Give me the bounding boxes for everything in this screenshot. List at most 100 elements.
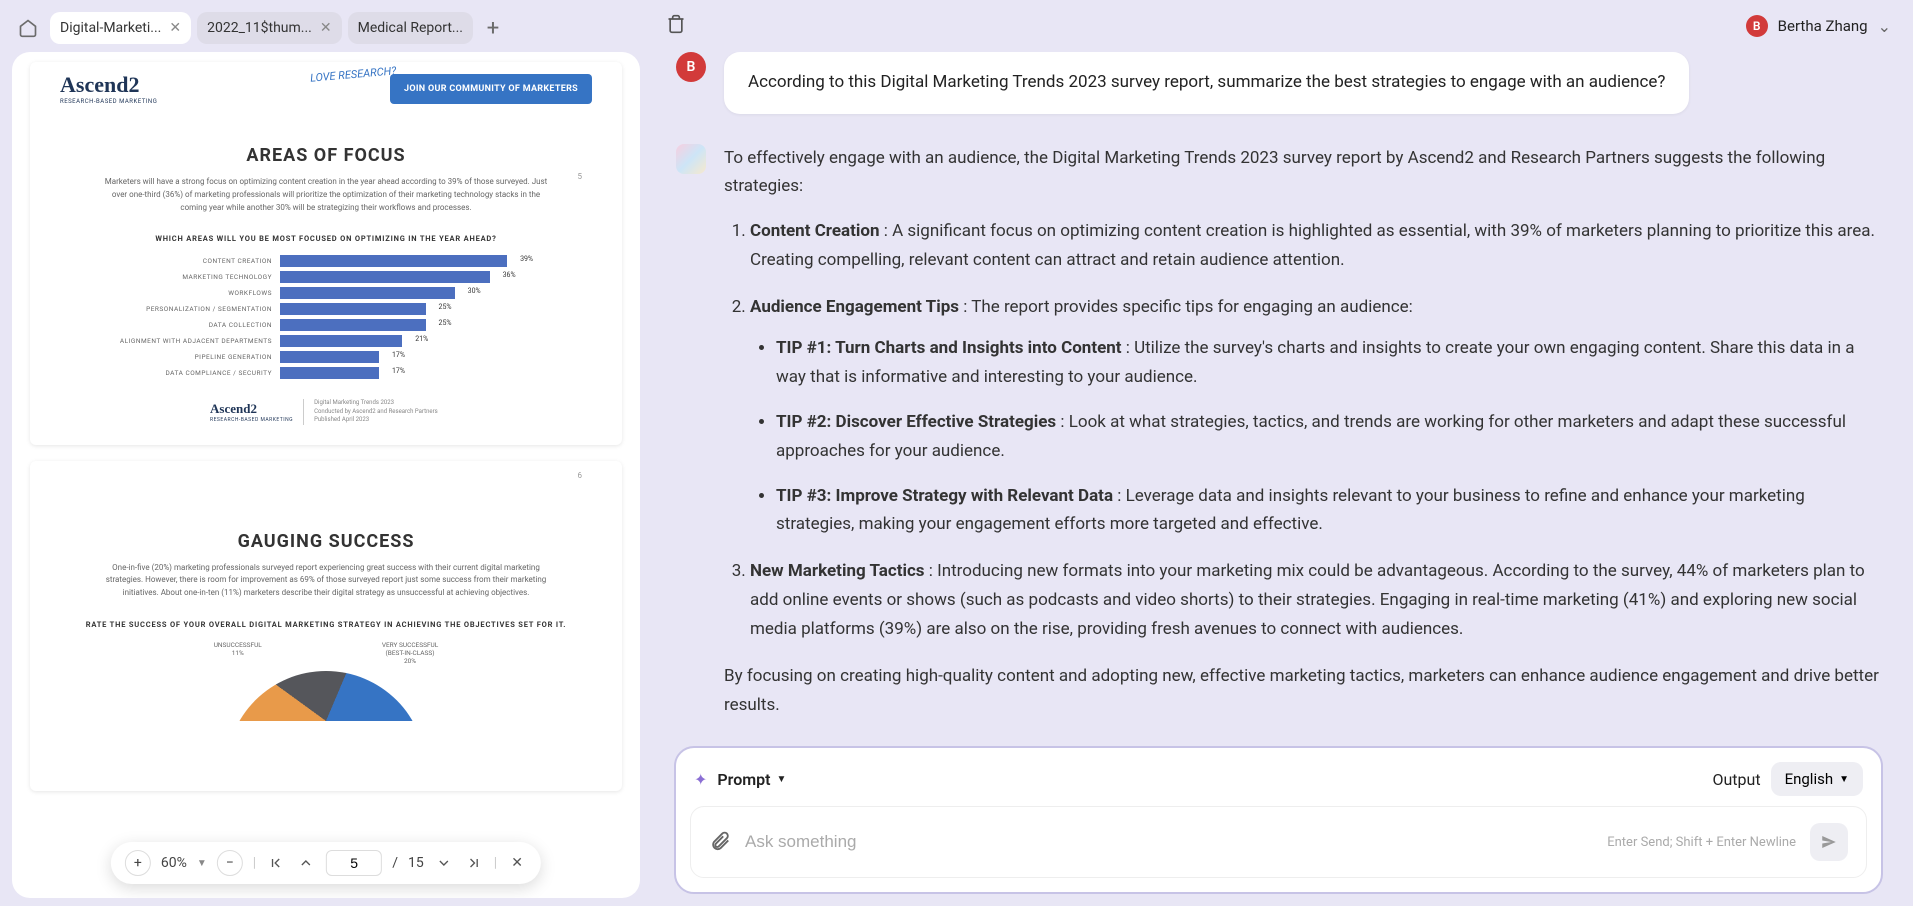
tab-digital-marketing[interactable]: Digital-Marketi... ✕ (50, 12, 191, 44)
right-panel: B Bertha Zhang ⌄ B According to this Dig… (640, 0, 1913, 906)
bar-row: MARKETING TECHNOLOGY36% (110, 271, 542, 283)
bar-value: 30% (468, 287, 481, 295)
send-button[interactable] (1810, 823, 1848, 861)
section-title: AREAS OF FOCUS (60, 145, 592, 166)
ai-intro: To effectively engage with an audience, … (724, 144, 1881, 202)
document-viewer[interactable]: LOVE RESEARCH? Ascend2 RESEARCH-BASED MA… (12, 52, 640, 898)
user-bubble: According to this Digital Marketing Tren… (724, 52, 1689, 114)
sparkle-icon: ✦ (694, 770, 707, 789)
prev-page-icon[interactable] (296, 853, 316, 873)
user-name: Bertha Zhang (1778, 17, 1868, 35)
left-panel: Digital-Marketi... ✕ 2022_11$thum... ✕ M… (0, 0, 640, 906)
next-page-icon[interactable] (434, 853, 454, 873)
bar-label: DATA COMPLIANCE / SECURITY (110, 369, 280, 377)
tab-label: Medical Report... (358, 20, 463, 36)
list-item: Content Creation : A significant focus o… (750, 217, 1881, 275)
doc-page-5: LOVE RESEARCH? Ascend2 RESEARCH-BASED MA… (30, 62, 622, 445)
close-icon[interactable]: ✕ (169, 20, 181, 36)
doc-page-6: 6 GAUGING SUCCESS One-in-five (20%) mark… (30, 461, 622, 791)
footer-line: Digital Marketing Trends 2023 (314, 399, 438, 407)
page-number: 6 (578, 471, 583, 480)
language-dropdown[interactable]: English ▼ (1771, 762, 1863, 796)
tip-item: TIP #3: Improve Strategy with Relevant D… (776, 482, 1881, 540)
first-page-icon[interactable] (266, 853, 286, 873)
donut-chart (226, 671, 426, 771)
bar: 21% (280, 335, 402, 347)
input-hint: Enter Send; Shift + Enter Newline (1607, 835, 1796, 850)
prompt-dropdown[interactable]: Prompt ▼ (717, 770, 786, 789)
trash-icon[interactable] (666, 14, 686, 38)
bar-value: 39% (520, 255, 533, 263)
tip-bold: TIP #1: Turn Charts and Insights into Co… (776, 338, 1122, 358)
item-bold: New Marketing Tactics (750, 561, 925, 581)
item-text: : A significant focus on optimizing cont… (750, 221, 1875, 270)
cta-button[interactable]: JOIN OUR COMMUNITY OF MARKETERS (390, 74, 592, 104)
item-bold: Audience Engagement Tips (750, 297, 959, 317)
chart-title: RATE THE SUCCESS OF YOUR OVERALL DIGITAL… (60, 620, 592, 629)
bar: 36% (280, 271, 490, 283)
bar-value: 17% (392, 351, 405, 359)
bar-row: ALIGNMENT WITH ADJACENT DEPARTMENTS21% (110, 335, 542, 347)
item-bold: Content Creation (750, 221, 880, 241)
bar: 39% (280, 255, 507, 267)
page-input[interactable] (326, 850, 382, 876)
bar-row: PERSONALIZATION / SEGMENTATION25% (110, 303, 542, 315)
output-label: Output (1712, 770, 1760, 789)
bar-label: PIPELINE GENERATION (110, 353, 280, 361)
bar-label: WORKFLOWS (110, 289, 280, 297)
bar-label: MARKETING TECHNOLOGY (110, 273, 280, 281)
bar-label: CONTENT CREATION (110, 257, 280, 265)
last-page-icon[interactable] (464, 853, 484, 873)
tip-bold: TIP #3: Improve Strategy with Relevant D… (776, 486, 1113, 506)
tip-bold: TIP #2: Discover Effective Strategies (776, 412, 1056, 432)
chart-title: WHICH AREAS WILL YOU BE MOST FOCUSED ON … (60, 234, 592, 243)
bar-value: 25% (439, 319, 452, 327)
zoom-out-button[interactable]: − (217, 850, 243, 876)
list-item: New Marketing Tactics : Introducing new … (750, 557, 1881, 644)
ai-avatar-icon (676, 144, 706, 174)
tab-bar: Digital-Marketi... ✕ 2022_11$thum... ✕ M… (12, 8, 640, 48)
footer-line: Conducted by Ascend2 and Research Partne… (314, 408, 438, 416)
tip-item: TIP #2: Discover Effective Strategies : … (776, 408, 1881, 466)
home-icon[interactable] (12, 12, 44, 44)
add-tab-button[interactable]: + (479, 14, 507, 42)
tab-2022-thumb[interactable]: 2022_11$thum... ✕ (197, 12, 342, 44)
bar-row: DATA COMPLIANCE / SECURITY 17% (110, 367, 542, 379)
lang-label: English (1785, 770, 1834, 788)
user-menu[interactable]: B Bertha Zhang ⌄ (1746, 15, 1891, 37)
chevron-down-icon[interactable]: ⌄ (1878, 17, 1891, 36)
page-number: 5 (578, 172, 583, 181)
bar-row: DATA COLLECTION25% (110, 319, 542, 331)
chevron-down-icon[interactable]: ▼ (197, 858, 207, 869)
chevron-down-icon: ▼ (777, 774, 787, 785)
zoom-in-button[interactable]: + (125, 850, 151, 876)
ai-content: To effectively engage with an audience, … (724, 144, 1881, 736)
bar: 17% (280, 351, 379, 363)
separator: | (494, 855, 497, 871)
bar: 25% (280, 319, 426, 331)
ascend-logo-sub: RESEARCH-BASED MARKETING (60, 98, 157, 105)
bar-value: 17% (392, 367, 405, 375)
tip-item: TIP #1: Turn Charts and Insights into Co… (776, 334, 1881, 392)
bar-row: CONTENT CREATION39% (110, 255, 542, 267)
tab-medical-report[interactable]: Medical Report... (348, 12, 473, 44)
footer-logo-sub: RESEARCH-BASED MARKETING (210, 417, 293, 423)
ask-input[interactable] (745, 832, 1593, 852)
page-total: 15 (408, 855, 424, 871)
attach-icon[interactable] (709, 829, 731, 855)
ai-outro: By focusing on creating high-quality con… (724, 662, 1881, 720)
bar: 30% (280, 287, 455, 299)
close-icon[interactable]: ✕ (320, 20, 332, 36)
input-dock: ✦ Prompt ▼ Output English ▼ Enter Send; … (674, 746, 1883, 894)
prompt-label: Prompt (717, 770, 770, 789)
chat-area: B According to this Digital Marketing Tr… (656, 52, 1901, 738)
bar-row: PIPELINE GENERATION17% (110, 351, 542, 363)
viewer-toolbar: + 60% ▼ − | / 15 | ✕ (111, 842, 541, 884)
avatar: B (676, 52, 706, 82)
separator: | (253, 855, 256, 871)
bar-value: 21% (415, 335, 428, 343)
page-sep: / (392, 855, 398, 871)
ai-message: To effectively engage with an audience, … (676, 144, 1881, 736)
list-item: Audience Engagement Tips : The report pr… (750, 293, 1881, 539)
close-viewer-icon[interactable]: ✕ (507, 853, 527, 873)
